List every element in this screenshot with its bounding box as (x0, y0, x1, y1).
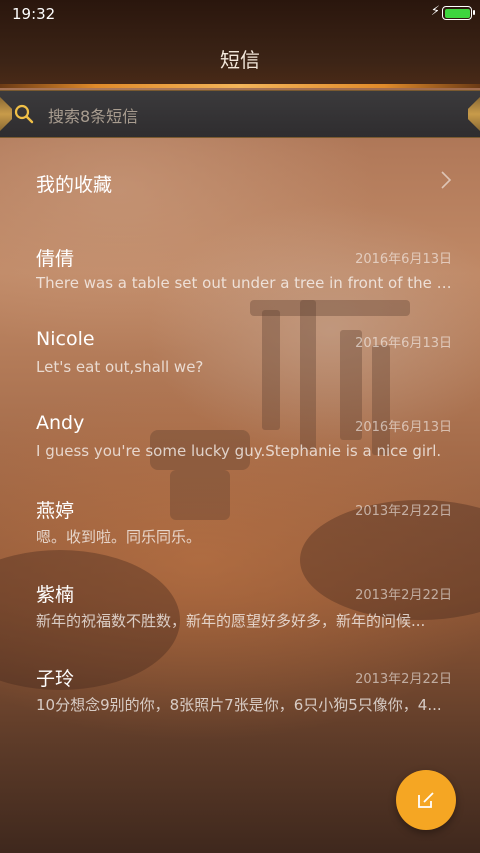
message-date: 2016年6月13日 (355, 420, 452, 435)
conversation-item[interactable]: 紫楠 2013年2月22日 新年的祝福数不胜数，新年的愿望好多好多，新年的问候.… (0, 572, 480, 656)
conversation-item[interactable]: Nicole 2016年6月13日 Let's eat out,shall we… (0, 320, 480, 404)
compose-button[interactable] (396, 770, 456, 830)
contact-name: 子玲 (36, 668, 75, 690)
contact-name: Andy (36, 412, 85, 434)
favorites-row[interactable]: 我的收藏 (0, 150, 480, 214)
search-icon (14, 104, 34, 124)
message-preview: I guess you're some lucky guy.Stephanie … (36, 442, 442, 460)
contact-name: 燕婷 (36, 500, 75, 522)
page-title: 短信 (220, 48, 260, 72)
status-time: 19:32 (12, 5, 56, 23)
contact-name: 倩倩 (36, 248, 75, 270)
search-input[interactable] (46, 103, 450, 129)
message-date: 2013年2月22日 (355, 672, 452, 687)
ornament-left (0, 97, 12, 131)
message-preview: Let's eat out,shall we? (36, 358, 204, 376)
compose-icon (418, 792, 434, 808)
message-date: 2016年6月13日 (355, 252, 452, 267)
message-date: 2013年2月22日 (355, 504, 452, 519)
conversation-item[interactable]: 燕婷 2013年2月22日 嗯。收到啦。同乐同乐。 (0, 488, 480, 572)
message-preview: 新年的祝福数不胜数，新年的愿望好多好多，新年的问候... (36, 612, 426, 630)
contact-name: Nicole (36, 328, 95, 350)
message-date: 2016年6月13日 (355, 336, 452, 351)
message-preview: 10分想念9别的你，8张照片7张是你，6只小狗5只像你，4... (36, 696, 442, 714)
ornament-right (468, 97, 480, 131)
message-date: 2013年2月22日 (355, 588, 452, 603)
battery-icon (442, 6, 475, 20)
contact-name: 紫楠 (36, 584, 75, 606)
status-bar: 19:32 ⚡ (0, 0, 480, 28)
conversation-item[interactable]: 子玲 2013年2月22日 10分想念9别的你，8张照片7张是你，6只小狗5只像… (0, 656, 480, 740)
conversation-item[interactable]: Andy 2016年6月13日 I guess you're some luck… (0, 404, 480, 488)
chevron-right-icon (441, 171, 452, 189)
message-preview: 嗯。收到啦。同乐同乐。 (36, 528, 202, 546)
message-preview: There was a table set out under a tree i… (36, 274, 452, 292)
conversation-item[interactable]: 倩倩 2016年6月13日 There was a table set out … (0, 236, 480, 320)
charging-icon: ⚡ (430, 4, 440, 19)
battery-level (444, 8, 470, 18)
favorites-label: 我的收藏 (36, 174, 113, 196)
search-bar[interactable] (0, 90, 480, 138)
